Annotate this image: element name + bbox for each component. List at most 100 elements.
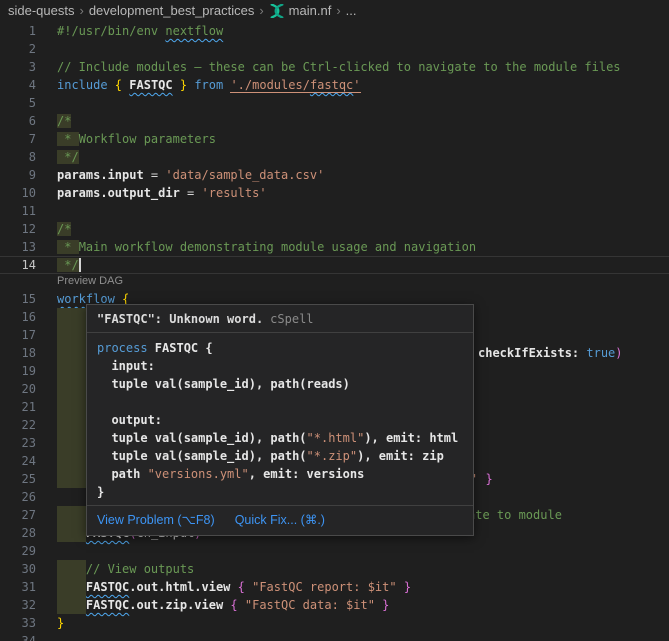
- code-token: output:: [97, 413, 162, 427]
- line-number: 7: [0, 130, 36, 148]
- code-line[interactable]: 6/*: [0, 112, 669, 130]
- code-token: params.input: [57, 168, 144, 182]
- clipped-code-fragment: ' }: [471, 470, 493, 488]
- code-token: ate to module: [468, 508, 562, 522]
- code-token: {: [230, 598, 244, 612]
- code-line[interactable]: 4include { FASTQC } from './modules/fast…: [0, 76, 669, 94]
- code-token: from: [194, 78, 230, 92]
- code-token: [97, 395, 104, 409]
- codelens-row: Preview DAG: [0, 274, 669, 290]
- line-number: 15: [0, 290, 36, 308]
- hover-code-line: tuple val(sample_id), path("*.zip"), emi…: [97, 447, 465, 465]
- indent-highlight: [57, 398, 86, 416]
- line-number: 10: [0, 184, 36, 202]
- code-token: input:: [97, 359, 155, 373]
- code-token: {: [115, 78, 122, 92]
- code-line[interactable]: 3 // Include modules — these can be Ctrl-…: [0, 58, 669, 76]
- line-number: 3: [0, 58, 36, 76]
- indent-highlight: [57, 434, 86, 452]
- code-token: }: [97, 485, 104, 499]
- code-line[interactable]: 9params.input = 'data/sample_data.csv': [0, 166, 669, 184]
- view-problem-action[interactable]: View Problem (⌥F8): [97, 511, 215, 529]
- code-token: FASTQC: [86, 598, 129, 612]
- line-number: 18: [0, 344, 36, 362]
- breadcrumb-item-subfolder[interactable]: development_best_practices: [89, 2, 255, 20]
- code-line[interactable]: 1#!/usr/bin/env nextflow: [0, 22, 669, 40]
- clipped-code-fragment: checkIfExists: true): [478, 344, 623, 362]
- code-token: }: [57, 616, 64, 630]
- code-token: './modules/: [230, 78, 309, 93]
- line-number: 30: [0, 560, 36, 578]
- code-token: =: [180, 186, 202, 200]
- code-token: */: [57, 258, 79, 272]
- code-line[interactable]: 33}: [0, 614, 669, 632]
- line-number: 16: [0, 308, 36, 326]
- clipped-code-fragment: ate to module: [468, 506, 562, 524]
- code-token: [57, 562, 86, 576]
- hover-code-line: [97, 393, 465, 411]
- code-token: }: [485, 472, 492, 486]
- code-token: ), emit: html: [364, 431, 458, 445]
- code-line[interactable]: 34: [0, 632, 669, 641]
- diagnostic-message: "FASTQC": Unknown word.: [97, 312, 263, 326]
- code-token: tuple val(sample_id), path(: [97, 449, 307, 463]
- code-line[interactable]: 5: [0, 94, 669, 112]
- code-token: }: [397, 580, 411, 594]
- code-token: tuple val(sample_id), path(: [97, 431, 307, 445]
- line-number: 14: [0, 256, 36, 274]
- code-line[interactable]: 10params.output_dir = 'results': [0, 184, 669, 202]
- code-line[interactable]: 30 // View outputs: [0, 560, 669, 578]
- line-number: 28: [0, 524, 36, 542]
- line-number: 5: [0, 94, 36, 112]
- breadcrumb-symbol-ellipsis[interactable]: ...: [346, 2, 357, 20]
- code-token: fastqc: [310, 78, 353, 93]
- code-line[interactable]: 11: [0, 202, 669, 220]
- code-token: =: [144, 168, 166, 182]
- code-line[interactable]: 32 FASTQC.out.zip.view { "FastQC data: $…: [0, 596, 669, 614]
- code-token: [57, 598, 86, 612]
- code-token: "FastQC data: $it": [245, 598, 375, 612]
- code-token: "*.zip": [307, 449, 358, 463]
- text-cursor: [79, 258, 81, 272]
- indent-highlight: [57, 416, 86, 434]
- code-token: [57, 580, 86, 594]
- line-number: 27: [0, 506, 36, 524]
- code-line[interactable]: 13 * Main workflow demonstrating module …: [0, 238, 669, 256]
- code-line[interactable]: 14 */: [0, 256, 669, 274]
- hover-code-line: tuple val(sample_id), path("*.html"), em…: [97, 429, 465, 447]
- indent-highlight: [57, 380, 86, 398]
- hover-code-line: output:: [97, 411, 465, 429]
- code-line[interactable]: 2: [0, 40, 669, 58]
- line-number: 19: [0, 362, 36, 380]
- indent-highlight: [57, 344, 86, 362]
- code-line[interactable]: 31 FASTQC.out.html.view { "FastQC report…: [0, 578, 669, 596]
- code-line[interactable]: 29: [0, 542, 669, 560]
- code-token: "versions.yml": [148, 467, 249, 481]
- code-token: FASTQC: [86, 580, 129, 594]
- code-token: *: [57, 240, 79, 254]
- code-token: .out.zip.view: [129, 598, 230, 612]
- breadcrumb-item-file[interactable]: main.nf: [289, 2, 332, 20]
- code-token: Main workflow demonstrating module usage…: [79, 240, 476, 254]
- code-line[interactable]: 7 * Workflow parameters: [0, 130, 669, 148]
- code-token: ): [615, 346, 622, 360]
- code-line[interactable]: 12/*: [0, 220, 669, 238]
- indent-highlight: [57, 452, 86, 470]
- code-token: "FastQC report: $it": [252, 580, 397, 594]
- code-token: // Include modules — these can be Ctrl-c…: [57, 60, 621, 74]
- breadcrumb-item-folder[interactable]: side-quests: [8, 2, 74, 20]
- code-token: path: [97, 467, 148, 481]
- quick-fix-action[interactable]: Quick Fix... (⌘.): [235, 511, 325, 529]
- code-token: , emit: versions: [249, 467, 365, 481]
- line-number: 29: [0, 542, 36, 560]
- code-line[interactable]: 8 */: [0, 148, 669, 166]
- line-number: 31: [0, 578, 36, 596]
- hover-code-line: input:: [97, 357, 465, 375]
- line-number: 6: [0, 112, 36, 130]
- indent-highlight: [57, 308, 86, 326]
- codelens-preview-dag[interactable]: Preview DAG: [57, 274, 123, 289]
- line-number: 26: [0, 488, 36, 506]
- vscode-editor-window: side-quests › development_best_practices…: [0, 0, 669, 641]
- code-token: tuple val(sample_id), path(reads): [97, 377, 350, 391]
- line-number: 22: [0, 416, 36, 434]
